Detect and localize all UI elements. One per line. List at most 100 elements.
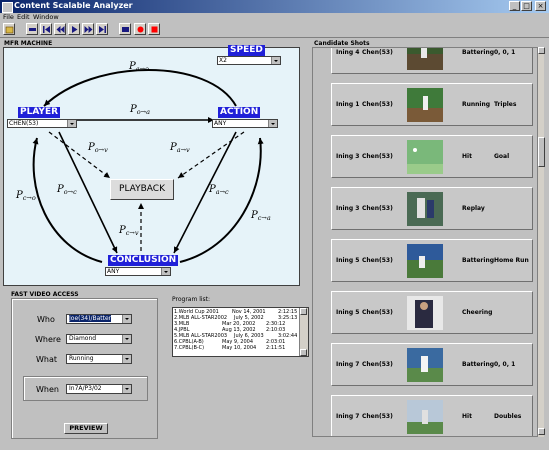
chevron-down-icon	[268, 120, 277, 127]
label-p-a-c: Pa→c	[208, 184, 229, 196]
scroll-down-button[interactable]	[538, 428, 545, 435]
when-select[interactable]: In7A/P3/02	[66, 384, 132, 394]
action-node: ACTION	[218, 107, 261, 118]
conclusion-node: CONCLUSION	[108, 255, 179, 266]
close-button[interactable]: ×	[535, 1, 546, 11]
label-p-c-a: Pc→a	[250, 210, 271, 222]
candidate-shots-panel: Ining 4 Chen(53) Battering 0, 0, 1 Ining 1…	[312, 47, 544, 437]
speed-node: SPEED	[228, 45, 265, 56]
video-thumbnail	[407, 244, 443, 278]
where-select[interactable]: Diamond	[66, 334, 132, 344]
shot-card[interactable]: Ining 3 Chen(53) Replay	[331, 187, 533, 230]
play-button[interactable]	[68, 23, 80, 35]
where-label: Where	[35, 335, 61, 344]
scroll-up-button[interactable]	[300, 308, 307, 315]
shot-card[interactable]: Ining 7 Chen(53) Hit Doubles	[331, 395, 533, 436]
open-icon	[5, 26, 14, 34]
shot-card[interactable]: Ining 4 Chen(53) Battering 0, 0, 1	[331, 48, 533, 74]
toolbar	[0, 22, 549, 38]
playback-button[interactable]: PLAYBACK	[110, 179, 174, 200]
menu-file[interactable]: File	[3, 13, 14, 21]
stop-icon	[29, 28, 36, 31]
fast-forward-icon	[84, 26, 93, 33]
list-item[interactable]: 7.CPBL(B-C) May 10, 2004 2:11:51	[174, 345, 300, 351]
edge-action-playback	[177, 131, 245, 179]
label-p-o-v: Po→v	[87, 142, 108, 154]
chevron-down-icon	[161, 268, 170, 275]
next-button[interactable]	[96, 23, 108, 35]
fast-forward-button[interactable]	[82, 23, 94, 35]
chevron-down-icon	[122, 335, 131, 343]
scroll-up-button[interactable]	[538, 47, 545, 54]
mfr-panel: Pa→o Po→a Po→v Pa→v Po→c Pa→c Pc→o Pc→a …	[3, 45, 300, 286]
next-icon	[99, 26, 106, 33]
shot-card[interactable]: Ining 5 Chen(53) Battering Home Run	[331, 239, 533, 282]
who-label: Who	[37, 315, 55, 324]
preview-button[interactable]: PREVIEW	[64, 423, 108, 434]
scroll-thumb[interactable]	[538, 137, 545, 167]
label-p-c-v: Pc→v	[118, 225, 139, 237]
capture-icon	[122, 27, 129, 32]
video-thumbnail	[407, 348, 443, 382]
fast-access-group: Who Joe(34)/Batter Where Diamond What Ru…	[11, 298, 158, 439]
video-thumbnail	[407, 88, 443, 122]
title-bar: Content Scalable Analyzer _ □ ×	[0, 0, 549, 13]
record-icon	[137, 26, 144, 33]
scroll-down-button[interactable]	[300, 349, 307, 356]
menu-bar: File Edit Window	[0, 13, 549, 22]
program-list[interactable]: 1.World Cup 2001 Nov 14, 2001 2:12:15 2.ML…	[172, 307, 309, 357]
stop-record-icon	[151, 26, 158, 33]
video-thumbnail	[407, 48, 443, 70]
program-list-scrollbar[interactable]	[299, 308, 308, 356]
prev-icon	[43, 26, 50, 33]
player-select[interactable]: CHEN(53)	[7, 119, 77, 128]
app-icon	[2, 2, 13, 13]
video-thumbnail	[407, 296, 443, 330]
when-label: When	[36, 385, 59, 394]
play-icon	[72, 26, 78, 33]
label-p-a-v: Pa→v	[169, 142, 190, 154]
open-button[interactable]	[3, 23, 15, 35]
state-diagram: Pa→o Po→a Po→v Pa→v Po→c Pa→c Pc→o Pc→a …	[15, 61, 271, 263]
stop-record-button[interactable]	[148, 23, 160, 35]
candidate-shots-label: Candidate Shots	[314, 40, 370, 47]
mfr-label: MFR MACHINE	[4, 40, 53, 47]
rewind-button[interactable]	[54, 23, 66, 35]
conclusion-select[interactable]: ANY	[105, 267, 171, 276]
menu-window[interactable]: Window	[33, 13, 59, 21]
edge-player-playback	[48, 131, 111, 179]
shot-card[interactable]: Ining 5 Chen(53) Cheering	[331, 291, 533, 334]
program-list-label: Program list:	[172, 296, 211, 303]
candidate-shots-scrollbar[interactable]	[537, 47, 545, 437]
video-thumbnail	[407, 192, 443, 226]
label-p-o-a: Po→a	[129, 104, 150, 116]
video-thumbnail	[407, 400, 443, 434]
minimize-button[interactable]: _	[509, 1, 520, 11]
edge-action-player	[43, 69, 237, 107]
label-p-a-o: Pa→o	[128, 61, 149, 73]
label-p-o-c: Po→c	[56, 184, 77, 196]
who-select[interactable]: Joe(34)/Batter	[66, 314, 132, 324]
chevron-down-icon	[122, 355, 131, 363]
record-button[interactable]	[134, 23, 146, 35]
rewind-icon	[56, 26, 65, 33]
chevron-down-icon	[271, 57, 280, 64]
speed-select[interactable]: X2	[217, 56, 281, 65]
shot-card[interactable]: Ining 7 Chen(53) Battering 0, 0, 1	[331, 343, 533, 386]
player-node: PLAYER	[18, 107, 61, 118]
shot-card[interactable]: Ining 3 Chen(53) Hit Goal	[331, 135, 533, 178]
label-p-c-o: Pc→o	[15, 190, 36, 202]
fast-access-label: FAST VIDEO ACCESS	[11, 291, 79, 298]
menu-edit[interactable]: Edit	[17, 13, 30, 21]
stop-button[interactable]	[26, 23, 38, 35]
maximize-button[interactable]: □	[521, 1, 532, 11]
shot-card[interactable]: Ining 1 Chen(53) Running Triples	[331, 83, 533, 126]
what-select[interactable]: Running	[66, 354, 132, 364]
when-group: When In7A/P3/02	[23, 376, 148, 401]
action-select[interactable]: ANY	[212, 119, 278, 128]
chevron-down-icon	[122, 315, 131, 323]
chevron-down-icon	[67, 120, 76, 127]
prev-button[interactable]	[40, 23, 52, 35]
capture-button[interactable]	[119, 23, 131, 35]
edge-conclusion-action	[179, 137, 264, 263]
